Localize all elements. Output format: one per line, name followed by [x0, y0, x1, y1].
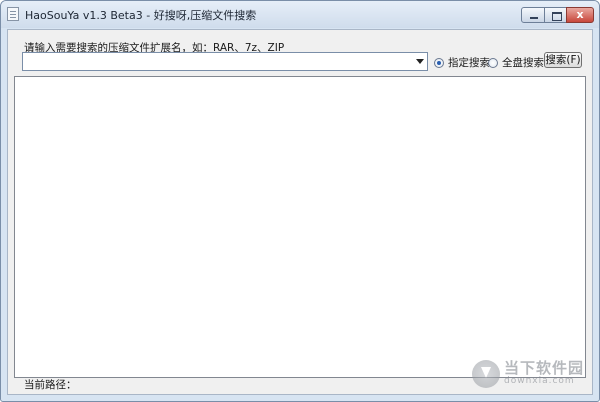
close-button[interactable]: x: [566, 7, 594, 23]
current-path-label: 当前路径：: [24, 379, 77, 391]
radio-specified-label: 指定搜索: [448, 57, 490, 69]
maximize-button[interactable]: [544, 7, 567, 23]
maximize-icon: [545, 8, 566, 22]
minimize-icon: [522, 8, 544, 22]
chevron-down-icon[interactable]: [416, 59, 424, 64]
close-icon: x: [576, 8, 584, 21]
extension-input[interactable]: [25, 54, 405, 69]
scope-radio-full-disk[interactable]: 全盘搜索: [488, 55, 544, 70]
radio-full-disk-label: 全盘搜索: [502, 57, 544, 69]
app-document-icon: [7, 7, 19, 21]
client-area: 请输入需要搜索的压缩文件扩展名，如：RAR、7z、ZIP 指定搜索 全盘搜索 搜…: [7, 29, 593, 395]
minimize-button[interactable]: [521, 7, 545, 23]
title-bar[interactable]: HaoSouYa v1.3 Beta3 - 好搜呀,压缩文件搜索 x: [1, 1, 599, 28]
scope-radio-specified[interactable]: 指定搜索: [434, 55, 490, 70]
radio-specified-checked[interactable]: [434, 57, 444, 68]
window-title: HaoSouYa v1.3 Beta3 - 好搜呀,压缩文件搜索: [25, 9, 257, 22]
watermark-logo: 当下软件园 downxia.com: [471, 360, 584, 388]
extension-combobox[interactable]: [22, 52, 428, 71]
watermark-en: downxia.com: [503, 376, 575, 387]
download-arrow-icon: [471, 360, 500, 388]
results-list[interactable]: [14, 76, 586, 378]
app-window: HaoSouYa v1.3 Beta3 - 好搜呀,压缩文件搜索 x 请输入需要…: [0, 0, 600, 402]
watermark-cn: 当下软件园: [503, 359, 584, 378]
radio-full-disk[interactable]: [488, 57, 498, 68]
search-button[interactable]: 搜索(F): [544, 52, 582, 68]
watermark-text: 当下软件园 downxia.com: [504, 361, 584, 386]
